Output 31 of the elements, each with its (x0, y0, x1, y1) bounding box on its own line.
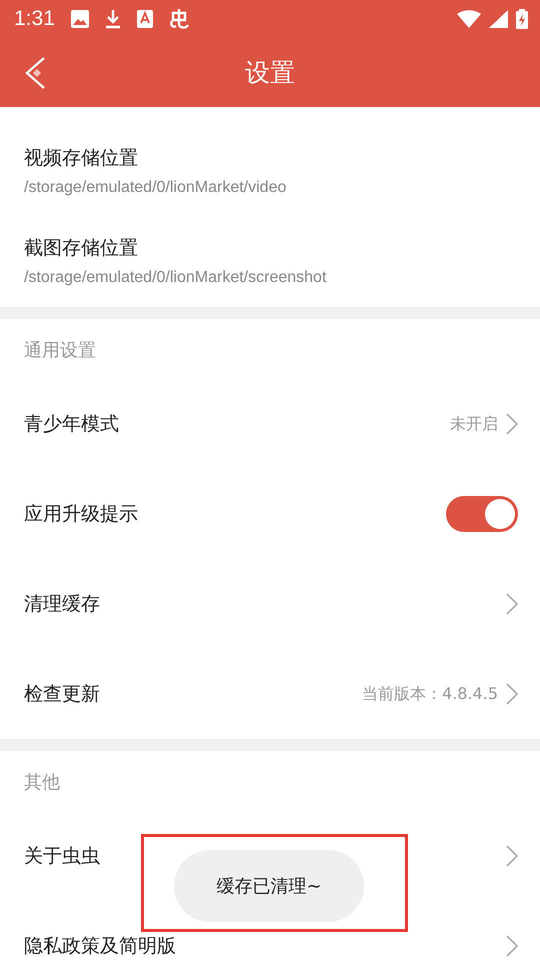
setting-label: 视频存储位置 (24, 146, 139, 171)
setting-value: 当前版本：4.8.4.5 (362, 683, 498, 705)
section-title: 其他 (24, 772, 60, 793)
back-icon[interactable] (24, 57, 46, 89)
font-icon (136, 10, 153, 28)
chevron-icon (506, 845, 518, 867)
download-icon (104, 9, 121, 29)
signal-icon (489, 10, 508, 28)
bug-icon (168, 8, 191, 30)
setting-label: 截图存储位置 (24, 236, 139, 261)
toggle-switch[interactable] (446, 496, 518, 532)
setting-value: 未开启 (450, 413, 498, 435)
setting-label: 检查更新 (24, 682, 100, 707)
setting-label: 关于虫虫 (24, 844, 100, 869)
setting-label: 隐私政策及简明版 (24, 934, 176, 959)
chevron-icon (506, 593, 518, 615)
chevron-icon (506, 413, 518, 435)
setting-label: 青少年模式 (24, 412, 119, 437)
setting-label: 应用升级提示 (24, 502, 138, 527)
status-time: 1:31 (14, 6, 55, 32)
battery-icon (516, 9, 528, 29)
storage-path: /storage/emulated/0/lionMarket/screenshot (24, 268, 328, 288)
section-title: 通用设置 (24, 340, 96, 361)
chevron-icon (506, 683, 518, 705)
image-icon (70, 10, 89, 28)
wifi-icon (457, 10, 481, 28)
setting-label: 清理缓存 (24, 592, 100, 617)
storage-path: /storage/emulated/0/lionMarket/video (24, 178, 288, 198)
page-title: 设置 (245, 56, 295, 89)
toast-message: 缓存已清理~ (174, 850, 364, 922)
chevron-icon (506, 935, 518, 957)
